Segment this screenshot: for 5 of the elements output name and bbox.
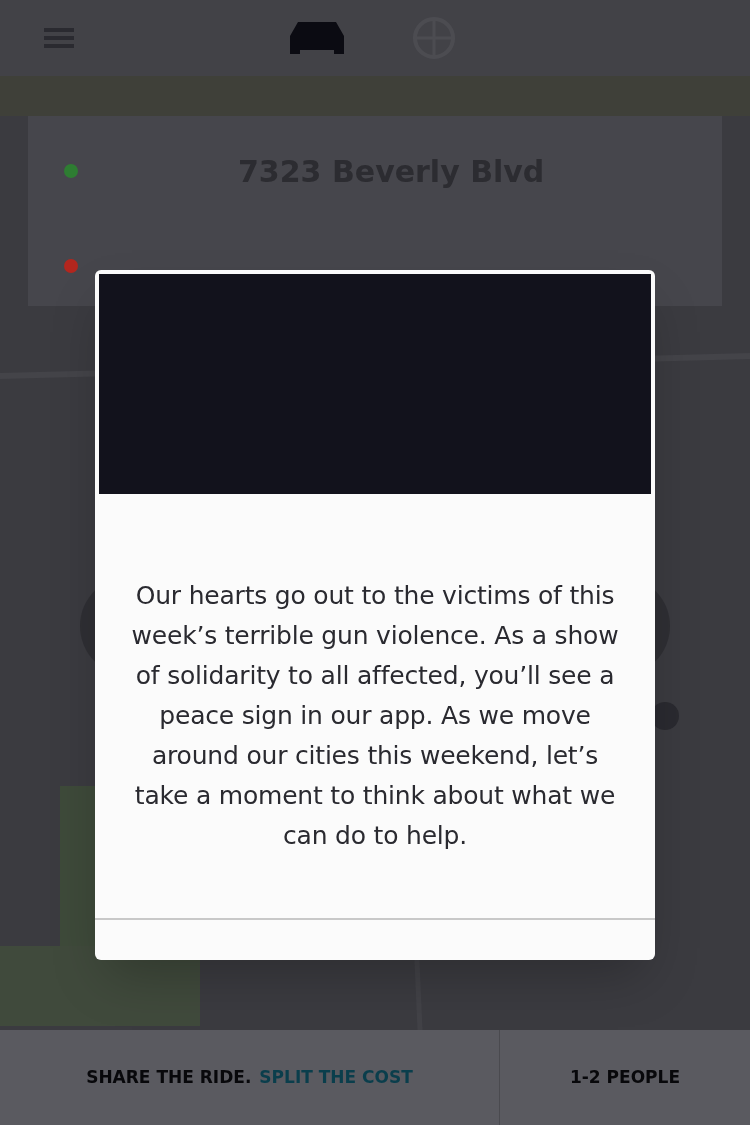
share-ride-prompt: SHARE THE RIDE. — [86, 1065, 252, 1089]
dialog-message: Our hearts go out to the victims of this week’s terrible gun violence. As a show of solidarity to all affected, you’ll see a peace sign in our app. As we move around our cities this weekend, let’s take a moment to think about what we can do to help. — [130, 580, 620, 852]
split-cost-link[interactable]: SPLIT THE COST — [259, 1064, 413, 1091]
seat-count[interactable]: 1-2 PEOPLE — [500, 1064, 750, 1091]
menu-icon[interactable] — [44, 27, 74, 49]
